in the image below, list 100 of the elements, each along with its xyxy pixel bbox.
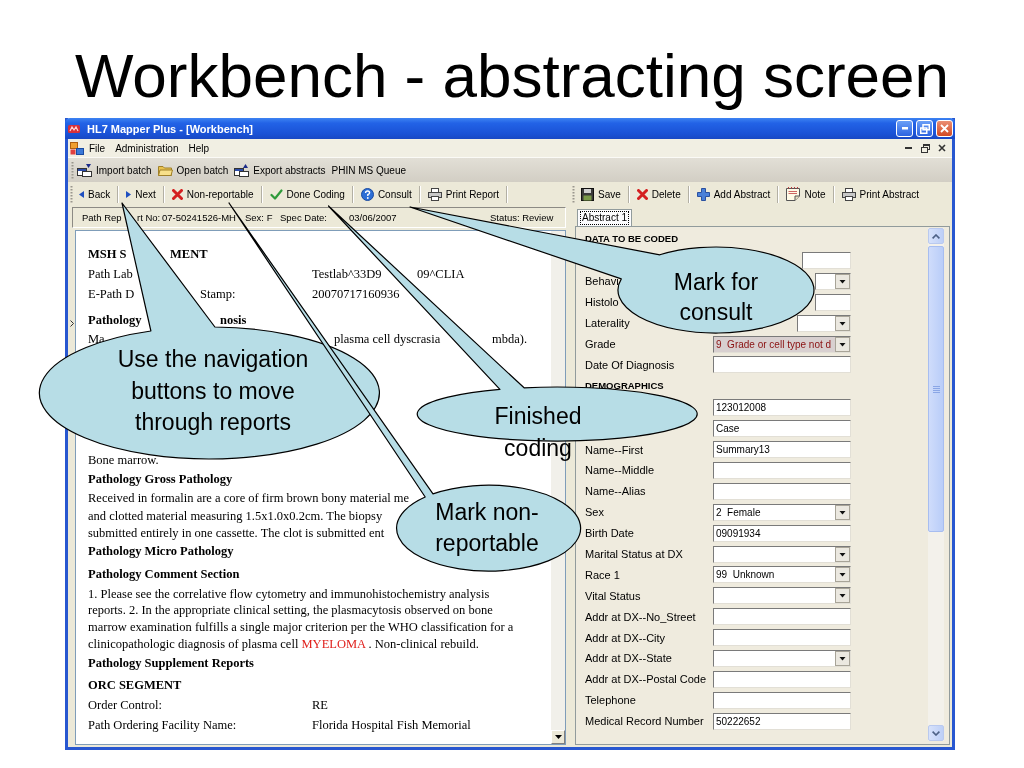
toolbar-button[interactable]: Print Abstract: [838, 184, 922, 204]
report-text: Testlab^33D9: [312, 265, 382, 283]
dropdown-field[interactable]: 99 Unknown: [713, 566, 851, 584]
field-label: Behavi: [585, 275, 619, 288]
report-heading: MENT: [170, 245, 208, 263]
report-heading: Pathology: [88, 311, 142, 329]
report-heading: Pathology Micro Pathology: [88, 542, 234, 560]
folder-icon: [157, 164, 173, 176]
grip-lines-icon: [932, 385, 940, 393]
field-label: Name--Alias: [585, 485, 646, 498]
dropdown-field[interactable]: [713, 649, 851, 667]
text-field[interactable]: [713, 356, 851, 374]
report-text: 20070717160936: [312, 285, 400, 303]
report-text: Order Control:: [88, 696, 162, 714]
import-icon: [77, 163, 92, 177]
field-label: Name--First: [585, 443, 644, 456]
report-heading: MSH S: [88, 245, 127, 263]
text-field[interactable]: 123012008: [713, 399, 851, 417]
toolbar-button[interactable]: Print Report: [424, 184, 503, 204]
text-field[interactable]: [713, 691, 851, 709]
text-field[interactable]: 09091934: [713, 524, 851, 542]
field-label: Birth Date: [585, 527, 634, 540]
printer-icon: [427, 187, 442, 201]
report-text: Path Lab: [88, 265, 133, 283]
toolbar-button[interactable]: Back: [76, 184, 114, 204]
toolbar-button[interactable]: Delete: [633, 184, 684, 204]
menu-item[interactable]: Administration: [110, 140, 184, 156]
close-icon: [940, 124, 949, 133]
field-label: Addr at DX--State: [585, 652, 672, 665]
scroll-up-button[interactable]: [928, 228, 944, 244]
report-text: Florida Hospital Fish Memorial: [312, 716, 471, 734]
text-field[interactable]: [713, 461, 851, 479]
app-icon: [70, 141, 84, 155]
text-field[interactable]: [713, 629, 851, 647]
dropdown-field[interactable]: 9 Grade or cell type not d: [713, 335, 851, 353]
header-value: 07-50241526-MH: [162, 212, 236, 223]
toolbar-button[interactable]: Import batch: [74, 160, 155, 180]
minimize-button[interactable]: [896, 120, 913, 137]
field-label: Sex: [585, 506, 604, 519]
report-text: E-Path D: [88, 285, 135, 303]
callout-text: Finished coding: [493, 402, 583, 463]
field-label: Histolo: [585, 296, 619, 309]
question-mark-icon: [360, 187, 374, 201]
report-text: Bone marrow.: [88, 451, 159, 469]
scrollbar-thumb[interactable]: [928, 246, 944, 532]
down-triangle-icon: [554, 735, 562, 739]
dropdown-field[interactable]: [713, 545, 851, 563]
menu-item[interactable]: File: [84, 140, 111, 156]
report-text: Received in formalin are a core of firm brown bony material me: [88, 489, 410, 507]
text-field[interactable]: [815, 293, 851, 311]
toolbar-button[interactable]: Consult: [357, 184, 415, 204]
report-paragraph: 1. Please see the correlative flow cytometry and immunohistochemistry analysis reports. 2. In the appropriate clinical setting, the plasmacytosis observed on bone marrow examination fulfills a single major criterion per the WHO classification for a clinicopathologic diagnosis of plasma cell MYELOMA . Non-clinical rebuild.: [88, 585, 515, 653]
field-label: Addr at DX--No_Street: [585, 610, 696, 623]
toolbar-button[interactable]: PHIN MS Queue: [328, 160, 410, 180]
restore-button[interactable]: [916, 120, 933, 137]
toolbar-button[interactable]: Export abstracts: [231, 160, 329, 180]
menu-item[interactable]: Help: [183, 140, 215, 156]
field-label: Name--Middle: [585, 464, 655, 477]
toolbar-button[interactable]: Add Abstract: [693, 184, 774, 204]
toolbar-button[interactable]: Next: [123, 184, 159, 204]
toolbar-button[interactable]: Non-reportable: [168, 184, 257, 204]
tab[interactable]: Abstract 1: [577, 209, 633, 226]
right-arrow-icon: [126, 190, 132, 198]
field-label: Grade: [585, 338, 616, 350]
text-field[interactable]: Case: [713, 420, 851, 438]
plus-icon: [696, 187, 710, 201]
section-heading: DEMOGRAPHICS: [585, 379, 664, 394]
text-field[interactable]: [713, 608, 851, 626]
field-label: Addr at DX--City: [585, 631, 666, 644]
left-arrow-icon: [79, 190, 84, 198]
dropdown-field[interactable]: [797, 314, 851, 332]
report-text: RE: [312, 696, 328, 714]
report-heading: Pathology Supplement Reports: [88, 654, 254, 672]
restore-icon: [920, 143, 930, 153]
callout-text: Use the navigation buttons to move through reports: [116, 345, 310, 437]
header-text: Sex: F: [245, 212, 273, 223]
notepad-icon: [786, 187, 801, 201]
checkmark-icon: [269, 188, 283, 200]
text-field[interactable]: [713, 482, 851, 500]
toolbar-button[interactable]: Note: [783, 184, 829, 204]
dropdown-field[interactable]: 2 Female: [713, 503, 851, 521]
slide-title: Workbench - abstracting screen: [74, 43, 950, 108]
toolbar-button[interactable]: Done Coding: [266, 184, 348, 204]
report-text: mbda).: [492, 330, 528, 348]
x-mark-icon: [171, 188, 183, 200]
report-text: and clotted material measuring 1.5x1.0x0.2cm. The biopsy: [88, 507, 383, 525]
text-field[interactable]: [713, 670, 851, 688]
dropdown-field[interactable]: [713, 587, 851, 605]
close-button[interactable]: [936, 142, 948, 154]
callout-text: Mark for consult: [672, 268, 760, 327]
text-field[interactable]: Summary13: [713, 441, 851, 459]
toolbar-button[interactable]: Open batch: [154, 160, 232, 180]
report-heading: ORC SEGMENT: [88, 676, 182, 694]
header-text: Status: Review: [490, 212, 554, 223]
dropdown-field[interactable]: [815, 272, 851, 290]
text-field[interactable]: 50222652: [713, 712, 851, 730]
restore-button[interactable]: [919, 142, 931, 154]
toolbar-button[interactable]: Save: [578, 184, 624, 204]
header-label: Path Rep: [82, 212, 122, 223]
text-field[interactable]: [802, 251, 851, 269]
